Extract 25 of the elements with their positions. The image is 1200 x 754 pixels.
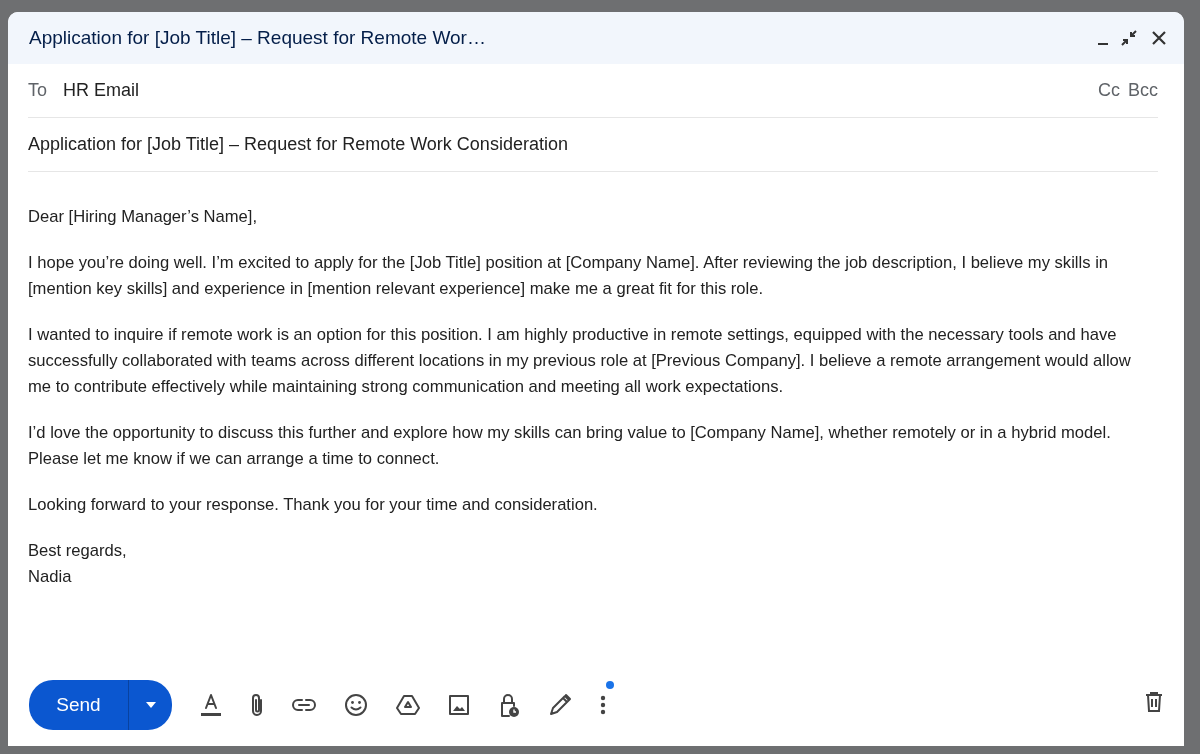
more-options-icon[interactable]	[600, 693, 606, 717]
body-paragraph: Dear [Hiring Manager’s Name],	[28, 206, 259, 228]
signature-line: Nadia	[28, 566, 73, 588]
emoji-icon[interactable]	[344, 693, 368, 717]
triangle-icon[interactable]	[396, 693, 420, 717]
subject-field[interactable]: Application for [Job Title] – Request for Remote Work Consideration	[28, 131, 568, 158]
recipient-chip[interactable]: HR Email	[63, 77, 140, 104]
lock-clock-icon[interactable]	[498, 693, 520, 717]
body-paragraph: I wanted to inquire if remote work is an option for this position. I am highly productive in remote settings, equipped with the necessary tools and have successfully collaborated with teams across different locations in my previous role at [Previous Company]. I believe a remote arrangement would allow me to contribute effectively while maintaining strong communication and meeting all work expectations.	[28, 324, 1132, 398]
body-paragraph: I hope you’re doing well. I’m excited to apply for the [Job Title] position at [Company Name]. After reviewing the job description, I believe my skills in [mention key skills] and experience in [mention relevant experience] make me a great fit for this role.	[28, 252, 1110, 300]
signature-line: Best regards,	[28, 540, 128, 562]
send-options-button[interactable]	[128, 680, 172, 730]
cc-link[interactable]: Cc	[1098, 77, 1120, 104]
attachment-icon[interactable]	[250, 693, 264, 717]
text-format-icon[interactable]	[200, 693, 222, 717]
window-title: Application for [Job Title] – Request for Remote Wor…	[29, 25, 486, 50]
pen-icon[interactable]	[548, 693, 572, 717]
caret-icon	[144, 701, 157, 709]
body-paragraph: I’d love the opportunity to discuss this further and explore how my skills can bring value to [Company Name], whether remotely or in a hybrid model. Please let me know if we can arrange a time to connect.	[28, 422, 1112, 470]
send-button[interactable]: Send	[29, 680, 128, 730]
body-paragraph: Looking forward to your response. Thank you for your time and consideration.	[28, 494, 599, 516]
minimize-icon	[1098, 42, 1108, 45]
bcc-link[interactable]: Bcc	[1128, 77, 1158, 104]
image-icon[interactable]	[448, 693, 470, 717]
to-label: To	[28, 79, 47, 102]
